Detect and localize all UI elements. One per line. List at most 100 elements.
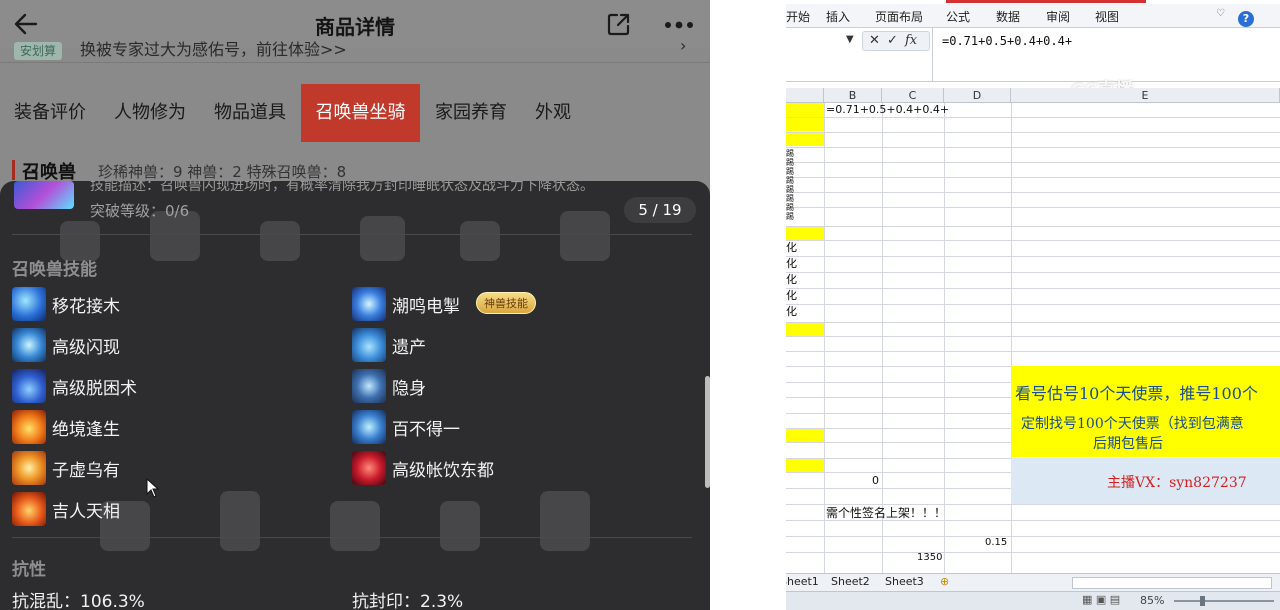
namebox-dropdown-icon[interactable]: ▼ bbox=[846, 34, 854, 45]
summon-stats: 珍稀神兽：9 神兽：2 特殊召唤兽：8 bbox=[98, 163, 347, 181]
promo-line: 定制找号100个天使票（找到包满意 bbox=[1021, 416, 1244, 432]
insert-function-icon[interactable]: fx bbox=[905, 33, 917, 48]
help-icon[interactable]: ? bbox=[1238, 11, 1254, 27]
grid-line bbox=[786, 117, 1280, 118]
card-divider bbox=[12, 234, 692, 235]
tab-home[interactable]: 家园养育 bbox=[422, 84, 520, 142]
skill-description: 技能描述：召唤兽闪现进场时，有概率清除我方封印睡眠状态及战斗力下降状态。 bbox=[90, 181, 594, 194]
grid-line bbox=[786, 256, 1280, 257]
sheet-tab-bar: Sheet1 Sheet2 Sheet3 ⊕ bbox=[786, 573, 1280, 591]
skills-heading: 召唤兽技能 bbox=[12, 260, 97, 280]
column-header-d[interactable]: D bbox=[944, 88, 1011, 103]
menu-home[interactable]: 开始 bbox=[786, 8, 810, 25]
cell-fill bbox=[786, 322, 824, 336]
menu-review[interactable]: 审阅 bbox=[1046, 8, 1070, 25]
skill-item[interactable]: 隐身 bbox=[352, 367, 652, 403]
cell-d-value[interactable]: 0.15 bbox=[985, 537, 1007, 548]
formula-bar: ▼ ✕ ✓ fx =0.71+0.5+0.4+0.4+ CC直播 bbox=[786, 28, 1280, 101]
skill-flash-icon bbox=[12, 328, 46, 362]
column-header-a[interactable] bbox=[786, 88, 824, 103]
cell-fill bbox=[786, 117, 824, 131]
divider bbox=[0, 62, 710, 63]
horizontal-scrollbar[interactable] bbox=[1072, 577, 1272, 589]
cell-banner[interactable]: 需个性签名上架！！！ bbox=[826, 504, 946, 521]
cell-a-glyph: 化 bbox=[786, 257, 797, 270]
tab-items[interactable]: 物品道具 bbox=[200, 84, 300, 142]
grid-line bbox=[786, 147, 1280, 148]
ribbon-menu: 开始 插入 页面布局 公式 数据 审阅 视图 ♡ ? bbox=[786, 4, 1280, 28]
cell-grid[interactable]: =0.71+0.5+0.4+0.4+ 踢踢踢踢踢踢踢踢 化 化 化 化 化 0 … bbox=[786, 103, 1280, 573]
collapse-ribbon-icon[interactable]: ♡ bbox=[1216, 8, 1225, 19]
skill-item[interactable]: 子虚乌有 bbox=[12, 449, 312, 485]
grid-line bbox=[786, 351, 1280, 352]
promo-cell-valuation[interactable]: 看号估号10个天使票，推号100个 bbox=[1011, 366, 1280, 420]
zoom-slider-handle[interactable] bbox=[1200, 596, 1205, 606]
cell-a-overflow: 踢踢踢踢踢踢踢踢 bbox=[786, 149, 794, 221]
tab-appearance[interactable]: 外观 bbox=[520, 84, 586, 142]
skill-item[interactable]: 移花接木 bbox=[12, 285, 312, 321]
tab-equipment-review[interactable]: 装备评价 bbox=[0, 84, 100, 142]
grid-line bbox=[786, 552, 1280, 553]
menu-page-layout[interactable]: 页面布局 bbox=[875, 8, 923, 25]
column-header-c[interactable]: C bbox=[882, 88, 944, 103]
grid-line bbox=[786, 207, 1280, 208]
skill-void-icon bbox=[12, 451, 46, 485]
notice-banner[interactable]: 安划算 换被专家过大为感佑号，前往体验>> › bbox=[0, 40, 710, 60]
menu-formulas[interactable]: 公式 bbox=[946, 8, 970, 25]
promo-cell-custom[interactable]: 定制找号100个天使票（找到包满意 后期包售后 bbox=[1011, 413, 1280, 457]
tab-summons-mounts[interactable]: 召唤兽坐骑 bbox=[301, 84, 420, 142]
skill-legacy-icon bbox=[352, 328, 386, 362]
page-indicator: 5 / 19 bbox=[624, 197, 696, 223]
skill-item[interactable]: 百不得一 bbox=[352, 408, 652, 444]
cell-fill bbox=[786, 458, 824, 472]
grid-line bbox=[824, 103, 825, 573]
new-sheet-icon[interactable]: ⊕ bbox=[940, 575, 949, 588]
skill-item[interactable]: 高级脱困术 bbox=[12, 367, 312, 403]
special-skill-badge: 神兽技能 bbox=[476, 292, 536, 314]
cell-a-glyph: 化 bbox=[786, 273, 797, 286]
skill-item[interactable]: 绝境逢生 bbox=[12, 408, 312, 444]
breakthrough-level: 突破等级：0/6 bbox=[90, 202, 190, 220]
grid-line bbox=[786, 162, 1280, 163]
promo-line: 后期包售后 bbox=[1093, 436, 1163, 452]
cell-b-zero[interactable]: 0 bbox=[872, 474, 879, 487]
menu-insert[interactable]: 插入 bbox=[826, 8, 850, 25]
column-header-e[interactable]: E bbox=[1011, 88, 1280, 103]
zoom-slider[interactable] bbox=[1174, 600, 1274, 602]
share-icon[interactable] bbox=[606, 11, 632, 37]
sheet-tab-3[interactable]: Sheet3 bbox=[885, 575, 924, 588]
notice-chevron-icon: › bbox=[680, 40, 687, 55]
skill-item[interactable]: 吉人天相 bbox=[12, 490, 312, 526]
grid-line bbox=[786, 226, 1280, 227]
skill-name: 潮鸣电掣 bbox=[392, 297, 460, 317]
cancel-entry-icon[interactable]: ✕ bbox=[869, 33, 880, 48]
cell-fill bbox=[786, 103, 824, 117]
cell-b1-formula[interactable]: =0.71+0.5+0.4+0.4+ bbox=[826, 103, 949, 116]
notice-text: 换被专家过大为感佑号，前往体验>> bbox=[80, 40, 347, 59]
view-mode-icons[interactable]: ▦ ▣ ▤ bbox=[1082, 593, 1120, 606]
confirm-entry-icon[interactable]: ✓ bbox=[887, 33, 898, 48]
skill-thunder-icon bbox=[352, 287, 386, 321]
grid-line bbox=[786, 272, 1280, 273]
skill-name: 高级帐饮东都 bbox=[392, 461, 494, 481]
cell-c-value[interactable]: 1350 bbox=[917, 552, 942, 563]
skill-item[interactable]: 高级闪现 bbox=[12, 326, 312, 362]
menu-view[interactable]: 视图 bbox=[1095, 8, 1119, 25]
formula-input[interactable]: =0.71+0.5+0.4+0.4+ bbox=[942, 34, 1072, 48]
skill-item[interactable]: 高级帐饮东都 bbox=[352, 449, 652, 485]
skill-name: 高级脱困术 bbox=[52, 379, 137, 399]
cell-a-glyph: 化 bbox=[786, 289, 797, 302]
skill-item[interactable]: 遗产 bbox=[352, 326, 652, 362]
screen: 商品详情 安划算 换被专家过大为感佑号，前往体验>> › 装备评价 人物修为 物… bbox=[0, 0, 1280, 610]
more-options-icon[interactable] bbox=[664, 21, 694, 29]
ribbon-accent bbox=[946, 0, 1146, 3]
skill-item[interactable]: 潮鸣电掣 神兽技能 bbox=[352, 285, 652, 321]
promo-cell-contact[interactable]: 主播VX：syn827237 bbox=[1011, 458, 1280, 504]
grid-line bbox=[786, 132, 1280, 133]
column-header-b[interactable]: B bbox=[824, 88, 882, 103]
sheet-tab-2[interactable]: Sheet2 bbox=[831, 575, 870, 588]
zoom-level: 85% bbox=[1140, 594, 1165, 607]
menu-data[interactable]: 数据 bbox=[996, 8, 1020, 25]
tab-character-cultivation[interactable]: 人物修为 bbox=[100, 84, 200, 142]
sheet-tab-1[interactable]: Sheet1 bbox=[786, 575, 819, 588]
